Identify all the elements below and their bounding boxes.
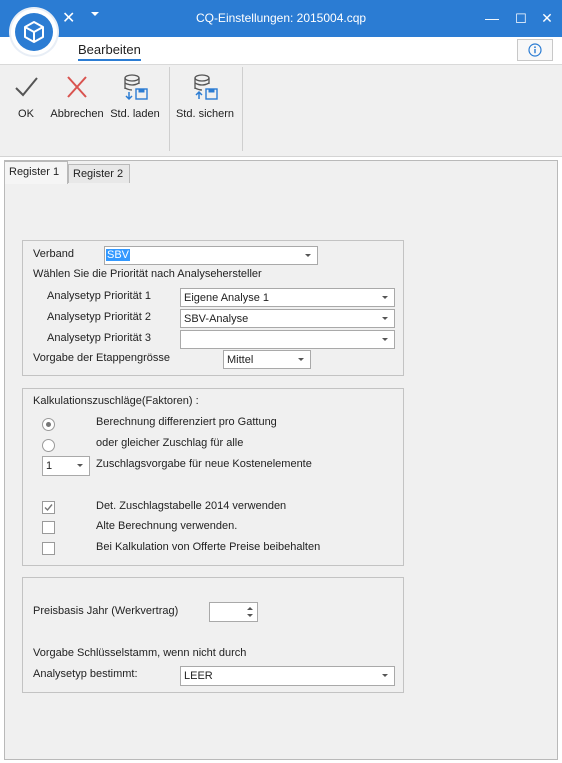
schluessel-text: Vorgabe Schlüsselstamm, wenn nicht durch xyxy=(33,647,247,659)
analysetyp-label: Analysetyp bestimmt: xyxy=(33,668,138,680)
ribbon-tab-bar: Bearbeiten xyxy=(0,37,562,65)
ribbon: Bearbeiten OK Abbrechen Std. laden Std. … xyxy=(0,37,562,157)
prio3-select[interactable] xyxy=(180,330,395,349)
analysetyp-select[interactable]: LEER xyxy=(180,666,395,686)
chk-preise-beibehalten-label: Bei Kalkulation von Offerte Preise beibe… xyxy=(96,541,321,553)
ribbon-separator xyxy=(169,67,170,151)
chevron-down-icon xyxy=(298,358,304,361)
prio2-label: Analysetyp Priorität 2 xyxy=(47,311,151,323)
close-button[interactable]: ✕ xyxy=(532,0,562,37)
abbrechen-label: Abbrechen xyxy=(50,108,104,120)
etappe-value: Mittel xyxy=(227,354,254,366)
info-button[interactable] xyxy=(517,39,553,61)
chevron-down-icon xyxy=(305,254,311,257)
prio3-label: Analysetyp Priorität 3 xyxy=(47,332,151,344)
group-kalkulation xyxy=(22,388,404,566)
minimize-button[interactable]: — xyxy=(477,0,507,37)
prio2-select[interactable]: SBV-Analyse xyxy=(180,309,395,328)
prioritaet-text: Wählen Sie die Priorität nach Analyseher… xyxy=(33,268,262,280)
std-sichern-button[interactable]: Std. sichern xyxy=(174,73,236,120)
radio-gleicher-zuschlag[interactable] xyxy=(42,439,55,452)
preisbasis-label: Preisbasis Jahr (Werkvertrag) xyxy=(33,605,179,617)
spin-down-icon[interactable] xyxy=(247,614,253,617)
ok-label: OK xyxy=(18,108,34,120)
radio-dot xyxy=(46,422,51,427)
etappe-label: Vorgabe der Etappengrösse xyxy=(33,352,170,364)
spin-up-icon[interactable] xyxy=(247,607,253,610)
chk-zuschlagstabelle-label: Det. Zuschlagstabelle 2014 verwenden xyxy=(96,500,287,512)
chevron-down-icon xyxy=(382,317,388,320)
etappe-select[interactable]: Mittel xyxy=(223,350,311,369)
std-sichern-label: Std. sichern xyxy=(175,108,235,120)
zuschlag-label: Zuschlagsvorgabe für neue Kostenelemente xyxy=(96,458,312,470)
abbrechen-button[interactable]: Abbrechen xyxy=(49,73,105,120)
prio1-label: Analysetyp Priorität 1 xyxy=(47,290,151,302)
chk-alte-berechnung-label: Alte Berechnung verwenden. xyxy=(96,520,238,532)
chk-preise-beibehalten[interactable] xyxy=(42,542,55,555)
ok-button[interactable]: OK xyxy=(10,73,42,120)
prio2-value: SBV-Analyse xyxy=(184,313,249,325)
database-load-icon xyxy=(124,74,148,101)
zuschlag-value: 1 xyxy=(46,460,53,472)
radio-gleicher-zuschlag-label: oder gleicher Zuschlag für alle xyxy=(96,437,244,449)
zuschlag-select[interactable]: 1 xyxy=(42,456,90,476)
preisbasis-spinner[interactable] xyxy=(209,602,258,622)
chk-zuschlagstabelle[interactable] xyxy=(42,501,55,514)
tab-bearbeiten[interactable]: Bearbeiten xyxy=(78,42,141,61)
chevron-down-icon xyxy=(382,674,388,677)
kalkulation-title: Kalkulationszuschläge(Faktoren) : xyxy=(33,395,199,407)
prio1-select[interactable]: Eigene Analyse 1 xyxy=(180,288,395,307)
tab-register-2[interactable]: Register 2 xyxy=(68,164,130,183)
chk-alte-berechnung[interactable] xyxy=(42,521,55,534)
info-icon xyxy=(528,43,542,57)
tab-register-1[interactable]: Register 1 xyxy=(4,161,68,184)
radio-differenziert-label: Berechnung differenziert pro Gattung xyxy=(96,416,277,428)
analysetyp-value: LEER xyxy=(184,670,213,682)
cross-icon xyxy=(67,76,87,98)
title-bar: ✕ CQ-Einstellungen: 2015004.cqp — ☐ ✕ xyxy=(0,0,562,37)
app-logo-icon[interactable] xyxy=(11,9,57,55)
checkmark-icon xyxy=(15,77,38,97)
std-laden-label: Std. laden xyxy=(110,108,160,120)
verband-label: Verband xyxy=(33,248,74,260)
chevron-down-icon xyxy=(382,338,388,341)
verband-value: SBV xyxy=(106,249,131,261)
chevron-down-icon xyxy=(77,464,83,467)
ribbon-separator xyxy=(242,67,243,151)
checkmark-icon xyxy=(44,504,53,512)
database-save-icon xyxy=(194,74,218,100)
std-laden-button[interactable]: Std. laden xyxy=(108,73,162,120)
chevron-down-icon xyxy=(382,296,388,299)
verband-select[interactable]: SBV xyxy=(104,246,318,265)
prio1-value: Eigene Analyse 1 xyxy=(184,292,270,304)
radio-differenziert[interactable] xyxy=(42,418,55,431)
